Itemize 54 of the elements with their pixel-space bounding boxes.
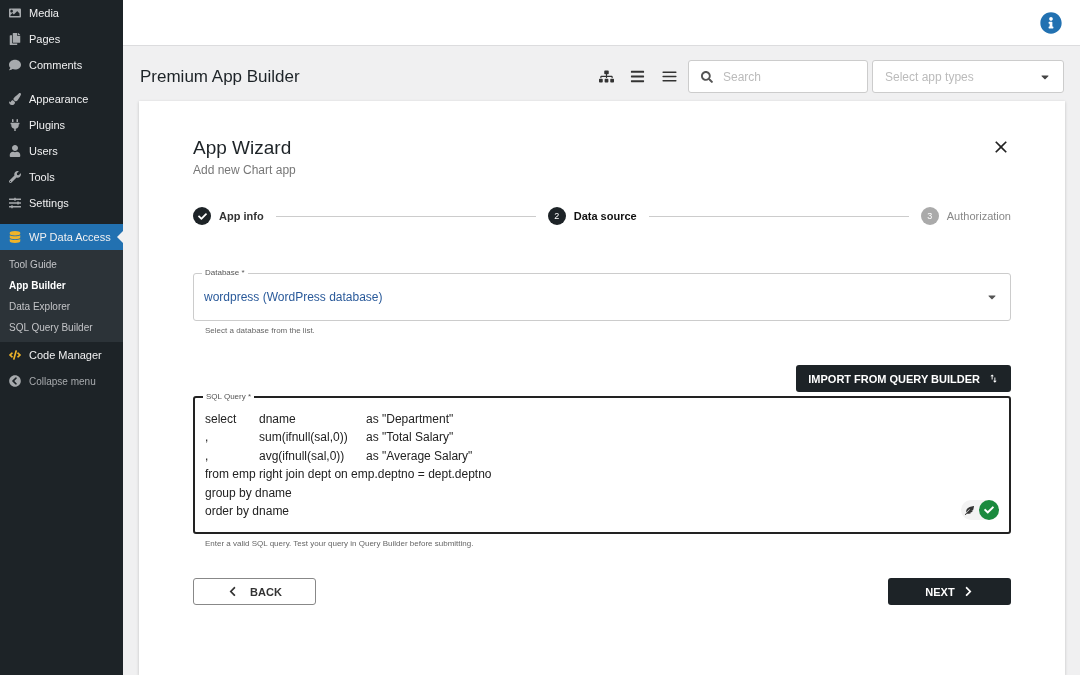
pages-icon — [9, 33, 21, 45]
step-label: Authorization — [946, 210, 1011, 222]
sidebar-item[interactable]: Plugins — [0, 112, 123, 138]
wizard-title: App Wizard — [193, 137, 293, 159]
helper-text: Enter a valid SQL query. Test your query in Query Builder before submitting. — [205, 539, 475, 548]
step-marker: 2 — [547, 207, 566, 225]
database-icon — [9, 231, 21, 243]
import-button[interactable]: IMPORT FROM QUERY BUILDER — [796, 365, 1011, 392]
back-button[interactable]: BACK — [193, 578, 316, 605]
submenu-item[interactable]: SQL Query Builder — [0, 317, 123, 338]
sidebar-item[interactable]: Tools — [0, 164, 123, 190]
submenu-item[interactable]: Tool Guide — [0, 254, 123, 275]
code-line: from emp right join dept on emp.deptno = dept.deptno — [205, 466, 492, 483]
tree-view-icon[interactable] — [599, 69, 614, 84]
page-title: Premium App Builder — [140, 66, 301, 87]
code-line: select dname as "Department" — [205, 410, 455, 428]
wizard-subtitle: Add new Chart app — [193, 163, 296, 177]
user-icon — [9, 145, 21, 157]
code-icon — [9, 349, 21, 361]
next-button[interactable]: NEXT — [888, 578, 1011, 605]
plug-icon — [9, 119, 21, 131]
sidebar-item[interactable]: Appearance — [0, 86, 123, 112]
submenu-item[interactable]: App Builder — [0, 275, 123, 296]
sidebar-item[interactable]: WP Data Access — [0, 224, 123, 250]
code-line: , sum(ifnull(sal,0)) as "Total Salary" — [205, 429, 455, 446]
check-icon — [197, 211, 207, 221]
info-icon[interactable] — [1040, 11, 1062, 34]
brush-icon — [9, 93, 21, 105]
validate-toggle[interactable] — [961, 500, 999, 520]
submenu-item[interactable]: Data Explorer — [0, 296, 123, 317]
sidebar-item[interactable]: Settings — [0, 190, 123, 216]
step-marker: 3 — [920, 207, 939, 225]
list-view-icon[interactable] — [630, 69, 645, 84]
code-line: , avg(ifnull(sal,0)) as "Average Salary" — [205, 447, 474, 465]
sidebar-item[interactable]: Pages — [0, 26, 123, 52]
check-icon — [984, 505, 994, 515]
comment-icon — [9, 59, 21, 71]
swap-icon — [988, 373, 999, 384]
collapse-icon — [9, 375, 21, 387]
collapse-menu[interactable]: Collapse menu — [0, 368, 123, 394]
step-label: App info — [219, 210, 264, 222]
step-label: Data source — [573, 210, 637, 222]
wrench-icon — [9, 171, 21, 183]
sidebar-item[interactable]: Media — [0, 0, 123, 26]
sidebar-item[interactable]: Code Manager — [0, 342, 123, 368]
feather-icon — [965, 505, 974, 515]
search-icon — [701, 70, 713, 83]
sidebar-item[interactable]: Comments — [0, 52, 123, 78]
helper-text: Select a database from the list. — [205, 326, 316, 335]
code-line: order by dname — [205, 503, 291, 520]
sliders-icon — [9, 197, 21, 209]
code-line: group by dname — [205, 484, 293, 502]
sidebar-item[interactable]: Users — [0, 138, 123, 164]
image-icon — [9, 7, 21, 19]
